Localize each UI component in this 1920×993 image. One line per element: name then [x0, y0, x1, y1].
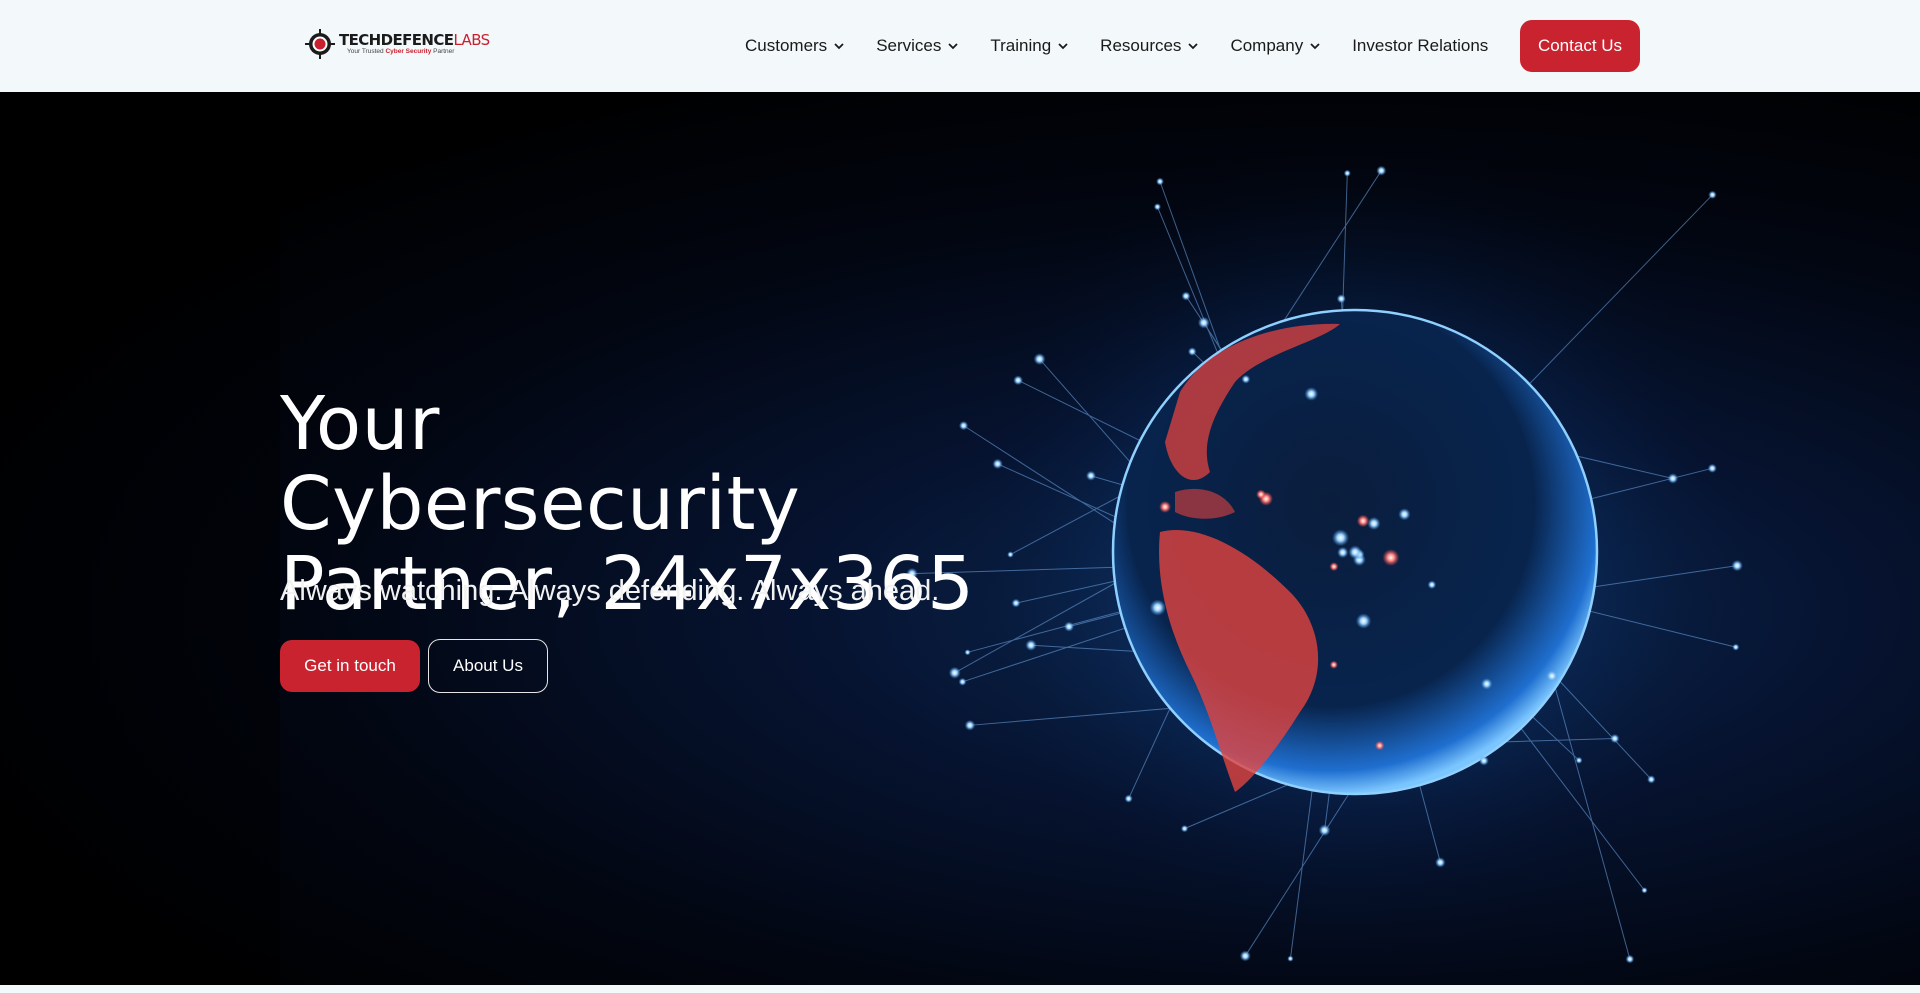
chevron-down-icon — [948, 43, 959, 50]
brand-tagline-a: Your Trusted — [347, 48, 386, 55]
network-node — [958, 677, 967, 686]
network-node — [1187, 347, 1197, 356]
network-node — [1256, 489, 1266, 500]
network-node — [1546, 670, 1558, 683]
brand-tagline-b: Cyber Security — [385, 48, 432, 55]
network-node — [1329, 660, 1338, 669]
network-node — [992, 458, 1003, 470]
chevron-down-icon — [1310, 43, 1320, 50]
nav-item-label: Resources — [1100, 36, 1182, 55]
network-node — [1367, 516, 1381, 531]
get-in-touch-button[interactable]: Get in touch — [280, 640, 420, 692]
network-node — [1647, 775, 1656, 784]
brand-name: TECHDEFENCELABS — [339, 32, 490, 48]
nav-item-resources[interactable]: Resources — [1100, 36, 1199, 56]
network-node — [1343, 169, 1351, 177]
network-node — [1159, 500, 1172, 513]
network-node — [1033, 353, 1046, 366]
network-node — [1478, 755, 1489, 766]
network-node — [1025, 639, 1037, 651]
brand-tagline: Your Trusted Cyber Security Partner — [347, 48, 490, 56]
network-node — [1731, 559, 1743, 572]
network-node — [1641, 887, 1648, 894]
network-node — [1732, 643, 1740, 651]
network-node — [1435, 857, 1446, 868]
network-node — [964, 649, 971, 656]
nav-item-label: Investor Relations — [1352, 36, 1489, 55]
chevron-down-icon — [834, 43, 844, 50]
network-node — [1610, 733, 1620, 744]
network-node — [1332, 529, 1350, 547]
hero-title-line-1: Your Cybersecurity — [280, 381, 801, 547]
nav-item-label: Training — [990, 36, 1052, 55]
network-node — [1063, 621, 1075, 632]
brand-wordmark: TECHDEFENCELABS Your Trusted Cyber Secur… — [339, 32, 490, 56]
network-node — [1241, 374, 1251, 384]
nav-item-label: Customers — [745, 36, 828, 55]
network-node — [1382, 549, 1400, 567]
network-node — [1398, 508, 1411, 521]
nav-item-customers[interactable]: Customers — [745, 36, 845, 56]
nav-item-services[interactable]: Services — [876, 36, 959, 56]
brand-logo[interactable]: TECHDEFENCELABS Your Trusted Cyber Secur… — [305, 22, 490, 66]
nav-item-label: Company — [1230, 36, 1304, 55]
network-node — [1348, 545, 1362, 559]
network-node — [1481, 678, 1493, 690]
network-node — [1708, 190, 1717, 199]
network-node — [1376, 165, 1387, 176]
site-header: TECHDEFENCELABS Your Trusted Cyber Secur… — [0, 0, 1920, 92]
nav-item-investor-relations[interactable]: Investor Relations — [1352, 36, 1488, 56]
hero-section: Your Cybersecurity Partner, 24x7x365 Alw… — [0, 92, 1920, 985]
nav-item-company[interactable]: Company — [1230, 36, 1321, 56]
main-nav: Customers Services Training Resources Co… — [745, 0, 1519, 92]
network-node — [1625, 954, 1635, 964]
network-node — [1239, 950, 1251, 962]
network-node — [1149, 599, 1166, 616]
network-node — [1124, 794, 1133, 803]
network-node — [1667, 473, 1679, 484]
network-node — [1197, 316, 1210, 329]
network-node — [1156, 177, 1164, 186]
chevron-down-icon — [1058, 43, 1068, 50]
hero-subtitle: Always watching. Always defending. Alway… — [280, 575, 940, 607]
network-node — [1356, 514, 1370, 528]
network-node — [1329, 562, 1339, 572]
network-node — [1336, 294, 1346, 304]
network-node — [1011, 598, 1021, 608]
network-node — [1355, 613, 1372, 629]
network-node — [948, 666, 961, 679]
brand-name-suffix: LABS — [453, 31, 490, 49]
nav-item-label: Services — [876, 36, 942, 55]
network-node — [1153, 203, 1162, 211]
network-node — [1181, 291, 1191, 301]
network-node — [964, 719, 976, 731]
network-node — [1337, 546, 1349, 559]
network-node — [1013, 375, 1024, 386]
brand-tagline-c: Partner — [431, 48, 455, 55]
network-node — [1427, 580, 1437, 590]
about-us-button[interactable]: About Us — [428, 639, 548, 693]
contact-us-button[interactable]: Contact Us — [1520, 20, 1640, 72]
network-node — [1707, 463, 1717, 473]
nav-item-training[interactable]: Training — [990, 36, 1069, 56]
page-bottom-edge — [0, 985, 1920, 993]
network-node — [1575, 756, 1583, 764]
network-node — [1374, 740, 1385, 751]
network-node — [1180, 824, 1189, 833]
network-node — [1007, 551, 1014, 558]
network-node — [1304, 387, 1319, 401]
chevron-down-icon — [1188, 43, 1199, 50]
crosshair-target-icon — [305, 29, 335, 59]
network-node — [1287, 955, 1294, 962]
brand-name-prefix: TECHDEFENCE — [339, 31, 454, 49]
network-node — [1085, 470, 1096, 481]
network-node — [1318, 824, 1331, 837]
